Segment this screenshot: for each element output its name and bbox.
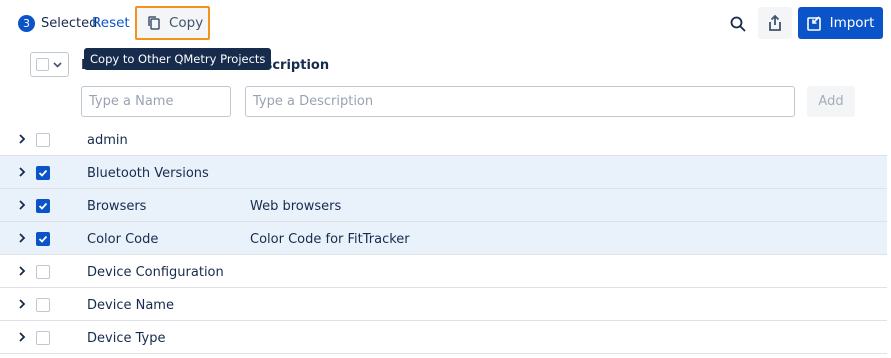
row-description: Color Code for FitTracker bbox=[250, 232, 410, 247]
row-checkbox[interactable] bbox=[36, 298, 50, 312]
row-checkbox[interactable] bbox=[36, 232, 50, 246]
table-body: admin Bluetooth Versions Browsers Web br… bbox=[0, 123, 887, 354]
description-filter-input[interactable] bbox=[245, 86, 795, 117]
row-name: Bluetooth Versions bbox=[87, 166, 209, 181]
row-checkbox[interactable] bbox=[36, 265, 50, 279]
table-row: Device Configuration bbox=[0, 255, 887, 288]
table-row: Device Type bbox=[0, 321, 887, 354]
row-description: Web browsers bbox=[250, 199, 342, 214]
copy-button-label: Copy bbox=[169, 15, 204, 31]
select-all-checkbox[interactable] bbox=[36, 58, 49, 71]
table-row: Bluetooth Versions bbox=[0, 156, 887, 189]
table-row: admin bbox=[0, 123, 887, 156]
import-icon bbox=[806, 15, 821, 31]
chevron-right-icon[interactable] bbox=[17, 298, 27, 310]
row-name: Device Name bbox=[87, 298, 174, 313]
row-name: Device Configuration bbox=[87, 265, 224, 280]
row-checkbox[interactable] bbox=[36, 166, 50, 180]
selected-label: Selected bbox=[41, 16, 98, 31]
name-filter-input[interactable] bbox=[81, 86, 231, 117]
search-icon[interactable] bbox=[729, 15, 747, 33]
row-checkbox[interactable] bbox=[36, 199, 50, 213]
copy-button[interactable]: Copy bbox=[135, 6, 210, 40]
chevron-right-icon[interactable] bbox=[17, 265, 27, 277]
chevron-right-icon[interactable] bbox=[17, 133, 27, 145]
table-row: Device Name bbox=[0, 288, 887, 321]
copy-tooltip: Copy to Other QMetry Projects bbox=[84, 48, 272, 70]
row-name: Device Type bbox=[87, 331, 166, 346]
reset-link[interactable]: Reset bbox=[92, 14, 130, 33]
bulk-select-dropdown[interactable] bbox=[30, 52, 69, 77]
add-button[interactable]: Add bbox=[807, 86, 855, 117]
table-row: Color Code Color Code for FitTracker bbox=[0, 222, 887, 255]
chevron-right-icon[interactable] bbox=[17, 331, 27, 343]
share-icon bbox=[769, 14, 781, 31]
chevron-right-icon[interactable] bbox=[17, 232, 27, 244]
export-button[interactable] bbox=[758, 7, 792, 39]
toolbar: 3 Selected Reset Copy Import bbox=[0, 0, 891, 48]
chevron-down-icon bbox=[53, 61, 62, 68]
row-name: admin bbox=[87, 133, 128, 148]
chevron-right-icon[interactable] bbox=[17, 166, 27, 178]
row-name: Browsers bbox=[87, 199, 147, 214]
import-button-label: Import bbox=[829, 15, 875, 31]
import-button[interactable]: Import bbox=[798, 7, 883, 39]
chevron-right-icon[interactable] bbox=[17, 199, 27, 211]
row-checkbox[interactable] bbox=[36, 133, 50, 147]
table-row: Browsers Web browsers bbox=[0, 189, 887, 222]
copy-icon bbox=[148, 16, 160, 30]
row-name: Color Code bbox=[87, 232, 159, 247]
selected-count-badge: 3 bbox=[18, 15, 35, 32]
row-checkbox[interactable] bbox=[36, 331, 50, 345]
